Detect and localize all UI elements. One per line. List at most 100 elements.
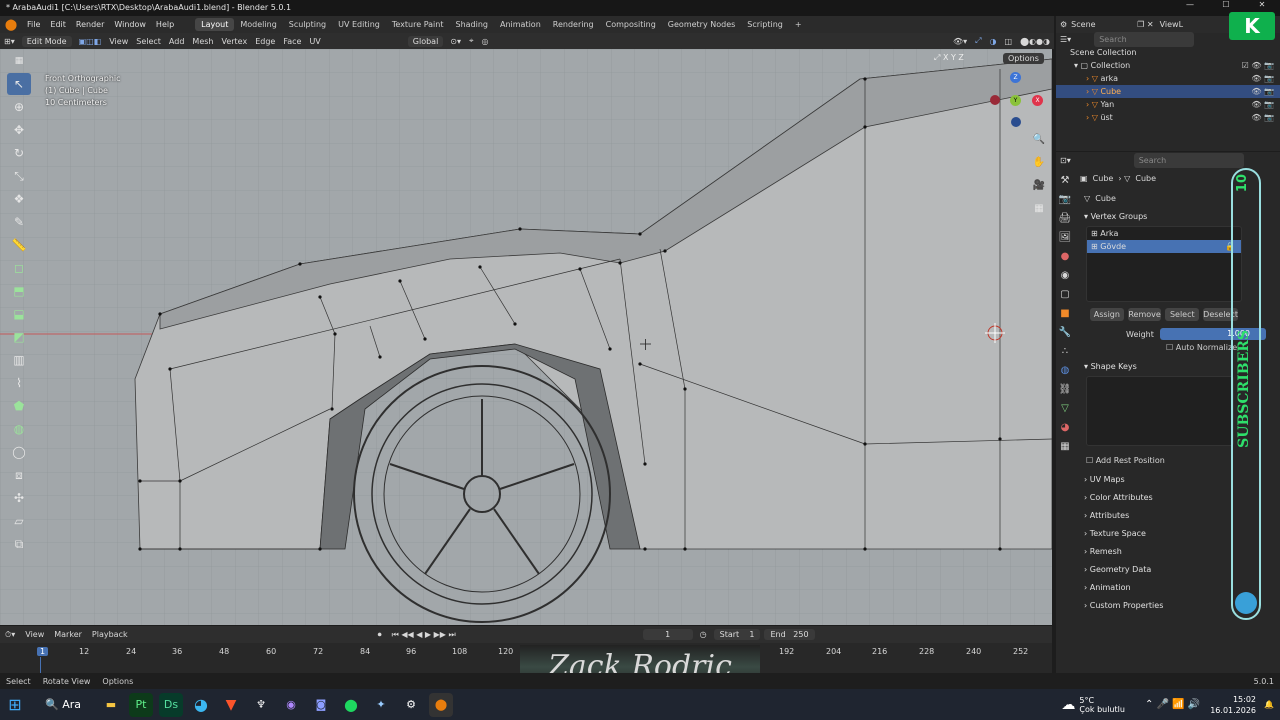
collection-tab-icon[interactable]: ▢ bbox=[1057, 287, 1073, 303]
discord-icon[interactable]: ◙ bbox=[309, 693, 333, 717]
shape-keys-list[interactable] bbox=[1086, 376, 1234, 446]
gizmo-toggle-icon[interactable]: ⤢ bbox=[971, 36, 985, 46]
windows-start-icon[interactable]: ⊞ bbox=[3, 693, 27, 717]
options-dropdown[interactable]: Options bbox=[1003, 53, 1044, 64]
tab-animation[interactable]: Animation bbox=[494, 18, 547, 31]
scene-add-icon[interactable]: ❐ ✕ bbox=[1131, 20, 1159, 29]
clock[interactable]: 15:02 16.01.2026 bbox=[1210, 694, 1256, 716]
scene-icon[interactable]: ⚙ bbox=[1056, 20, 1071, 29]
edge-browser-icon[interactable]: ◕ bbox=[189, 693, 213, 717]
gizmo-x-axis[interactable]: X bbox=[1032, 95, 1043, 106]
object-tab-icon[interactable]: ■ bbox=[1057, 306, 1073, 322]
visibility-icon[interactable]: 👁 📷 bbox=[1251, 98, 1274, 111]
menu-uv[interactable]: UV bbox=[305, 37, 324, 46]
smooth-tool[interactable]: ◯ bbox=[7, 441, 31, 463]
shrink-fatten-tool[interactable]: ✣ bbox=[7, 487, 31, 509]
rotate-tool[interactable]: ↻ bbox=[7, 142, 31, 164]
zoom-icon[interactable]: 🔍 bbox=[1027, 129, 1051, 151]
scene-tab-icon[interactable]: ● bbox=[1057, 249, 1073, 265]
search-icon[interactable]: 🔍 Ara bbox=[33, 693, 93, 717]
tweak-tool[interactable]: ↖ bbox=[7, 73, 31, 95]
loop-cut-tool[interactable]: ▥ bbox=[7, 349, 31, 371]
timeline-menu-view[interactable]: View bbox=[20, 630, 49, 639]
world-tab-icon[interactable]: ◉ bbox=[1057, 268, 1073, 284]
start-frame-field[interactable]: Start 1 bbox=[713, 629, 761, 640]
end-frame-field[interactable]: End 250 bbox=[764, 629, 815, 640]
menu-mesh[interactable]: Mesh bbox=[188, 37, 217, 46]
gizmo-z-axis[interactable]: Z bbox=[1010, 72, 1021, 83]
viewport-axis-toggles[interactable]: ⤢ X Y Z bbox=[934, 53, 964, 63]
menu-render[interactable]: Render bbox=[71, 20, 109, 29]
constraints-tab-icon[interactable]: ⛓ bbox=[1057, 382, 1073, 398]
knife-tool[interactable]: ⌇ bbox=[7, 372, 31, 394]
navigation-gizmo[interactable]: Z Y X bbox=[988, 72, 1044, 128]
blender-taskbar-icon[interactable]: ⬤ bbox=[429, 692, 453, 717]
mesh-canvas[interactable] bbox=[0, 49, 1052, 625]
editor-type-icon[interactable]: ⊞▾ bbox=[0, 37, 19, 46]
menu-select[interactable]: Select bbox=[132, 37, 165, 46]
annotate-tool[interactable]: ✎ bbox=[7, 211, 31, 233]
particles-tab-icon[interactable]: ∴ bbox=[1057, 344, 1073, 360]
scene-selector[interactable]: Scene bbox=[1071, 20, 1131, 29]
tab-texture-paint[interactable]: Texture Paint bbox=[386, 18, 450, 31]
vertex-group-govde[interactable]: ⊞ Gövde 🔒 bbox=[1087, 240, 1241, 253]
timeline-menu-playback[interactable]: Playback bbox=[87, 630, 133, 639]
menu-file[interactable]: File bbox=[22, 20, 45, 29]
visibility-icon[interactable]: 👁▾ bbox=[949, 37, 971, 46]
menu-edit[interactable]: Edit bbox=[45, 20, 71, 29]
playhead[interactable] bbox=[40, 657, 41, 673]
tab-rendering[interactable]: Rendering bbox=[547, 18, 600, 31]
menu-face[interactable]: Face bbox=[279, 37, 305, 46]
transform-tool[interactable]: ❖ bbox=[7, 188, 31, 210]
data-tab-icon[interactable]: ▽ bbox=[1057, 401, 1073, 417]
shading-modes-icon[interactable]: ⬤◐●◑ bbox=[1016, 37, 1054, 46]
visibility-icon[interactable]: 👁 📷 bbox=[1251, 85, 1274, 98]
timeline-editor-icon[interactable]: ⏱▾ bbox=[0, 630, 20, 640]
current-frame-field[interactable]: 1 bbox=[642, 629, 693, 640]
display-mode-icon[interactable]: ☰▾ bbox=[1060, 33, 1071, 46]
app-icon[interactable]: ✦ bbox=[369, 693, 393, 717]
render-tab-icon[interactable]: 📷 bbox=[1057, 192, 1073, 208]
app-icon[interactable]: ♆ bbox=[249, 693, 273, 717]
vertex-group-list[interactable]: ⊞ Arka ⊞ Gövde 🔒 bbox=[1086, 226, 1242, 302]
output-tab-icon[interactable]: 🖨 bbox=[1057, 211, 1073, 227]
camera-view-icon[interactable]: 🎥 bbox=[1027, 175, 1051, 197]
menu-window[interactable]: Window bbox=[109, 20, 151, 29]
xray-icon[interactable]: ◫ bbox=[1001, 37, 1017, 46]
system-tray-icons[interactable]: ⌃ 🎤 📶 🔊 bbox=[1145, 699, 1200, 710]
view-layer-tab-icon[interactable]: 🖼 bbox=[1057, 230, 1073, 246]
visibility-icon[interactable]: ☑ 👁 📷 bbox=[1242, 59, 1274, 72]
notification-icon[interactable]: 🔔 bbox=[1264, 700, 1274, 709]
rip-tool[interactable]: ⧉ bbox=[7, 533, 31, 555]
tab-uv-editing[interactable]: UV Editing bbox=[332, 18, 386, 31]
blender-logo-icon[interactable]: ⬤ bbox=[3, 18, 19, 32]
brave-browser-icon[interactable]: ▼ bbox=[219, 693, 243, 717]
inset-tool[interactable]: ⬓ bbox=[7, 303, 31, 325]
properties-search[interactable]: Search bbox=[1133, 152, 1244, 168]
tab-modeling[interactable]: Modeling bbox=[234, 18, 282, 31]
weather-widget[interactable]: ☁ 5°C Çok bulutlu bbox=[1061, 696, 1125, 714]
add-workspace-button[interactable]: + bbox=[789, 18, 808, 31]
timeline-menu-marker[interactable]: Marker bbox=[49, 630, 87, 639]
visibility-icon[interactable]: 👁 📷 bbox=[1251, 72, 1274, 85]
overlay-toggle-icon[interactable]: ◑ bbox=[986, 37, 1001, 46]
ds-app-icon[interactable]: Ds bbox=[159, 692, 183, 717]
menu-edge[interactable]: Edge bbox=[251, 37, 279, 46]
tab-shading[interactable]: Shading bbox=[449, 18, 494, 31]
tool-tab-icon[interactable]: ⚒ bbox=[1057, 173, 1073, 189]
outliner-collection[interactable]: ▾ ▢ Collection ☑ 👁 📷 bbox=[1056, 59, 1280, 72]
snap-icon[interactable]: ⌖ bbox=[465, 36, 478, 46]
physics-tab-icon[interactable]: ◍ bbox=[1057, 363, 1073, 379]
file-explorer-icon[interactable]: ▬ bbox=[99, 693, 123, 717]
app-icon[interactable]: ◉ bbox=[279, 693, 303, 717]
menu-help[interactable]: Help bbox=[151, 20, 179, 29]
tab-sculpting[interactable]: Sculpting bbox=[283, 18, 332, 31]
minimize-button[interactable]: — bbox=[1172, 0, 1208, 16]
properties-editor-icon[interactable]: ⊡▾ bbox=[1060, 154, 1071, 167]
shear-tool[interactable]: ▱ bbox=[7, 510, 31, 532]
select-button[interactable]: Select bbox=[1165, 308, 1200, 321]
poly-build-tool[interactable]: ⬟ bbox=[7, 395, 31, 417]
cursor-tool[interactable]: ⊕ bbox=[7, 96, 31, 118]
menu-view[interactable]: View bbox=[105, 37, 132, 46]
view-layer-selector[interactable]: ViewL bbox=[1160, 20, 1183, 29]
